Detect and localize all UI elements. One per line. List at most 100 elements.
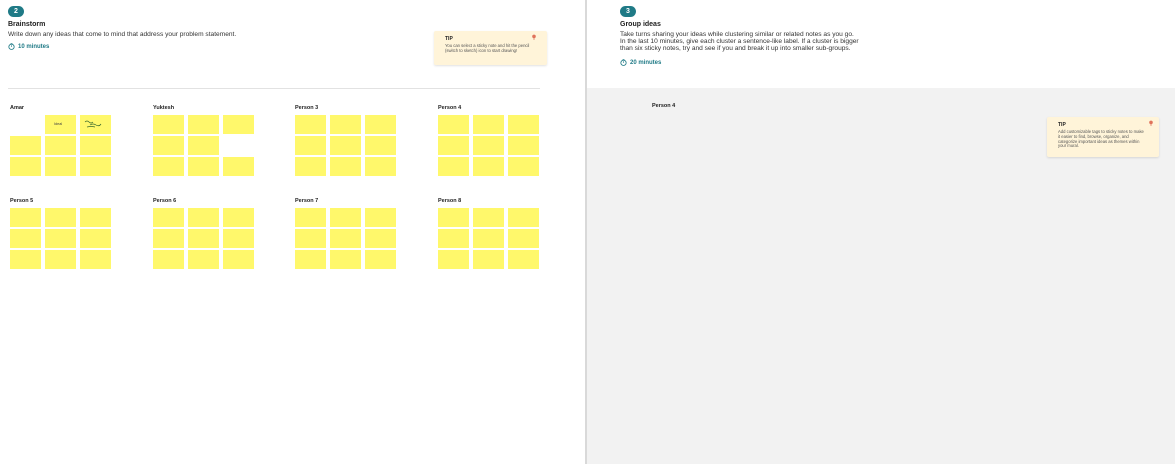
sticky-note[interactable] (188, 250, 219, 269)
sticky-note[interactable] (188, 208, 219, 227)
sticky-note-grid (10, 208, 111, 269)
sticky-note[interactable] (438, 250, 469, 269)
sticky-note[interactable] (153, 208, 184, 227)
sticky-note[interactable] (45, 157, 76, 176)
sticky-note[interactable] (365, 208, 396, 227)
sticky-note[interactable] (473, 115, 504, 134)
sticky-note[interactable] (295, 229, 326, 248)
sticky-note-grid (438, 115, 539, 176)
sticky-note[interactable] (438, 208, 469, 227)
sticky-note[interactable] (473, 136, 504, 155)
sticky-note[interactable] (365, 115, 396, 134)
sticky-note[interactable] (330, 157, 361, 176)
sticky-note[interactable] (223, 229, 254, 248)
sticky-note[interactable] (438, 229, 469, 248)
step-title: Brainstorm (8, 21, 46, 28)
sticky-note[interactable] (10, 157, 41, 176)
canvas-label: Person 4 (652, 103, 676, 109)
sticky-note[interactable] (80, 136, 111, 155)
sticky-note[interactable] (508, 136, 539, 155)
step-title: Group ideas (620, 21, 661, 28)
sticky-note[interactable]: Ideal (45, 115, 76, 134)
sticky-note[interactable] (10, 250, 41, 269)
sticky-note[interactable] (365, 136, 396, 155)
timer: 20 minutes (620, 59, 661, 66)
group-ideas-panel: 3 Group ideas Take turns sharing your id… (587, 0, 1175, 464)
sticky-note[interactable] (153, 115, 184, 134)
sticky-note[interactable] (295, 208, 326, 227)
sticky-note[interactable] (80, 229, 111, 248)
sticky-note[interactable] (330, 136, 361, 155)
sticky-note[interactable] (508, 208, 539, 227)
sticky-note[interactable] (508, 250, 539, 269)
sticky-note[interactable] (153, 250, 184, 269)
sticky-note[interactable] (80, 250, 111, 269)
sticky-note[interactable] (10, 229, 41, 248)
section-divider (8, 88, 540, 89)
sticky-note[interactable] (473, 208, 504, 227)
person-name: Person 8 (438, 198, 462, 204)
step-description: Write down any ideas that come to mind t… (8, 31, 237, 38)
sticky-note[interactable] (223, 208, 254, 227)
person-name: Person 3 (295, 105, 319, 111)
sticky-note[interactable] (188, 157, 219, 176)
sticky-note[interactable] (438, 136, 469, 155)
sticky-note[interactable] (153, 157, 184, 176)
step-description-line: Take turns sharing your ideas while clus… (620, 31, 854, 38)
sticky-note[interactable] (295, 250, 326, 269)
brainstorm-panel: 2 Brainstorm Write down any ideas that c… (0, 0, 585, 464)
sticky-note[interactable] (188, 136, 219, 155)
sticky-note[interactable] (45, 136, 76, 155)
tip-label: TIP (1058, 122, 1066, 128)
empty-slot (10, 115, 41, 134)
person-section: Person 5 (10, 198, 111, 269)
sticky-note[interactable] (330, 115, 361, 134)
person-section: Yuktesh (153, 105, 254, 176)
sticky-note[interactable] (365, 229, 396, 248)
sticky-note[interactable] (330, 208, 361, 227)
sticky-note[interactable] (223, 115, 254, 134)
person-section: Person 6 (153, 198, 254, 269)
sticky-note[interactable] (80, 115, 111, 134)
sticky-note[interactable] (508, 229, 539, 248)
empty-slot (223, 136, 254, 155)
sticky-note[interactable] (188, 229, 219, 248)
sticky-note[interactable] (438, 157, 469, 176)
sticky-note[interactable] (10, 208, 41, 227)
sticky-note[interactable] (365, 157, 396, 176)
person-section: Person 8 (438, 198, 539, 269)
sticky-note-grid (153, 115, 254, 176)
sticky-note[interactable] (295, 115, 326, 134)
sticky-note[interactable] (80, 208, 111, 227)
timer: 10 minutes (8, 43, 49, 50)
sticky-note[interactable] (223, 250, 254, 269)
sticky-note[interactable] (473, 157, 504, 176)
sticky-note[interactable] (295, 157, 326, 176)
sticky-note[interactable] (438, 115, 469, 134)
sticky-note-grid (153, 208, 254, 269)
sticky-note[interactable] (153, 229, 184, 248)
sticky-note[interactable] (223, 157, 254, 176)
person-name: Person 7 (295, 198, 319, 204)
sticky-note[interactable] (153, 136, 184, 155)
sticky-note[interactable] (365, 250, 396, 269)
sticky-note[interactable] (473, 229, 504, 248)
sticky-note[interactable] (45, 229, 76, 248)
sticky-note[interactable] (330, 229, 361, 248)
sticky-note[interactable] (10, 136, 41, 155)
sticky-note[interactable] (330, 250, 361, 269)
sticky-note[interactable] (295, 136, 326, 155)
sticky-note[interactable] (45, 250, 76, 269)
person-name: Person 4 (438, 105, 462, 111)
sticky-note[interactable] (508, 115, 539, 134)
sticky-note[interactable] (508, 157, 539, 176)
sticky-note[interactable] (45, 208, 76, 227)
sticky-note-grid (438, 208, 539, 269)
sticky-note[interactable] (473, 250, 504, 269)
person-name: Person 5 (10, 198, 34, 204)
tip-card[interactable]: TIP Add customizable tags to sticky note… (1047, 117, 1159, 157)
tip-card[interactable]: TIP You can select a sticky note and hit… (434, 31, 547, 65)
person-section: Person 7 (295, 198, 396, 269)
sticky-note[interactable] (80, 157, 111, 176)
sticky-note[interactable] (188, 115, 219, 134)
